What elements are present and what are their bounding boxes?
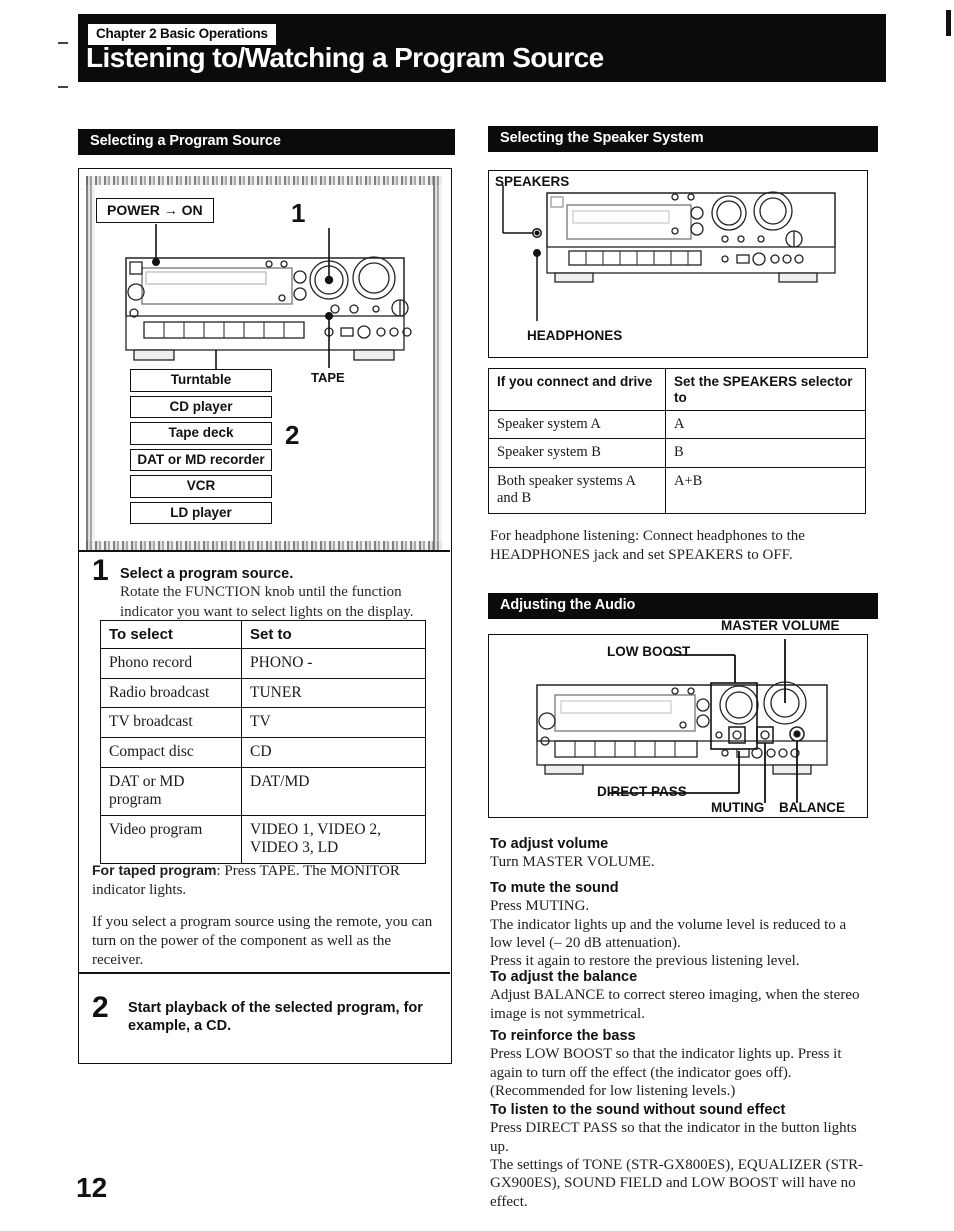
step-1-body: Rotate the FUNCTION knob until the funct… — [120, 584, 414, 620]
column-header-selector: Set the SPEAKERS selector to — [665, 367, 866, 412]
cell-to-select: Radio broadcast — [100, 677, 242, 709]
instruction-heading: To mute the sound — [490, 880, 619, 896]
figure-label-master-volume: MASTER VOLUME — [721, 618, 840, 633]
manual-page: Chapter 2 Basic Operations Listening to/… — [0, 0, 954, 1231]
device-callout: Tape deck — [130, 422, 272, 445]
speaker-selector-table: If you connect and drive Set the SPEAKER… — [488, 367, 866, 514]
cell-set-to: TV — [241, 707, 426, 739]
cell-to-select: Video program — [100, 814, 242, 865]
scan-edge-mark — [946, 10, 951, 36]
instruction-line: Press LOW BOOST so that the indicator li… — [490, 1046, 842, 1081]
table-row: Radio broadcast TUNER — [100, 677, 426, 709]
step-2-heading: Start playback of the selected program, … — [128, 1000, 423, 1035]
cell-connect: Speaker system B — [488, 438, 666, 468]
instruction-line: (Recommended for low listening levels.) — [490, 1082, 736, 1099]
crop-mark — [58, 86, 68, 88]
table-row: Speaker system A A — [488, 410, 866, 440]
instruction-line: Turn MASTER VOLUME. — [490, 854, 655, 871]
column-header-to-select: To select — [100, 619, 242, 650]
instruction-line: Press it again to restore the previous l… — [490, 953, 800, 970]
table-row: DAT or MD program DAT/MD — [100, 766, 426, 816]
instruction-adjust-balance: To adjust the balance Adjust BALANCE to … — [490, 969, 868, 1023]
page-title: Listening to/Watching a Program Source — [86, 42, 604, 73]
page-number: 12 — [76, 1172, 108, 1203]
figure-label-direct-pass: DIRECT PASS — [597, 784, 687, 799]
adjusting-audio-figure: LOW BOOST MASTER VOLUME DIRECT PASS MUTI… — [488, 619, 868, 818]
step-1-heading: Select a program source. — [120, 566, 294, 582]
device-callout-list: Turntable CD player Tape deck DAT or MD … — [130, 369, 272, 528]
cell-set-to: VIDEO 1, VIDEO 2, VIDEO 3, LD — [241, 814, 426, 865]
figure-label-muting: MUTING — [711, 800, 765, 815]
program-source-table: To select Set to Phono record PHONO - Ra… — [100, 619, 426, 865]
callout-power-on: POWER → ON — [96, 198, 214, 223]
table-header-row: If you connect and drive Set the SPEAKER… — [488, 367, 866, 412]
device-callout: LD player — [130, 501, 272, 524]
cell-to-select: Phono record — [100, 648, 242, 679]
device-callout: VCR — [130, 475, 272, 498]
cell-set-to: TUNER — [241, 677, 426, 709]
divider — [78, 550, 450, 552]
section-heading-speaker-system: Selecting the Speaker System — [488, 126, 878, 153]
section-heading-adjusting-audio: Adjusting the Audio — [488, 593, 878, 620]
note-taped-program: For taped program: Press TAPE. The MONIT… — [92, 862, 442, 900]
table-row: Speaker system B B — [488, 438, 866, 468]
cell-set-to: DAT/MD — [241, 766, 426, 816]
figure-label-tape: TAPE — [311, 370, 345, 385]
figure-label-balance: BALANCE — [779, 800, 845, 815]
instruction-heading: To listen to the sound without sound eff… — [490, 1102, 786, 1118]
divider — [78, 972, 450, 974]
instruction-line: The indicator lights up and the volume l… — [490, 916, 847, 951]
figure-label-headphones: HEADPHONES — [527, 328, 623, 343]
cell-to-select: DAT or MD program — [100, 766, 242, 816]
figure-marker-1: 1 — [291, 198, 306, 228]
step-2-number: 2 — [92, 991, 109, 1024]
note-taped-label: For taped program — [92, 862, 217, 878]
figure-label-low-boost: LOW BOOST — [607, 644, 691, 659]
instruction-direct-pass: To listen to the sound without sound eff… — [490, 1102, 868, 1211]
crop-mark — [58, 42, 68, 44]
table-row: Compact disc CD — [100, 737, 426, 768]
instruction-heading: To adjust the balance — [490, 969, 638, 985]
cell-to-select: TV broadcast — [100, 707, 242, 739]
instruction-line: Press DIRECT PASS so that the indicator … — [490, 1120, 857, 1155]
device-callout: CD player — [130, 395, 272, 418]
instruction-heading: To adjust volume — [490, 836, 609, 852]
cell-set-to: PHONO - — [241, 648, 426, 679]
cell-selector: A — [665, 410, 866, 440]
headphone-note: For headphone listening: Connect headpho… — [490, 528, 805, 564]
table-row: Video program VIDEO 1, VIDEO 2, VIDEO 3,… — [100, 814, 426, 865]
device-callout: Turntable — [130, 369, 272, 392]
speaker-system-figure: SPEAKERS HEADPHONES — [488, 170, 868, 358]
table-row: Both speaker systems A and B A+B — [488, 466, 866, 514]
table-row: Phono record PHONO - — [100, 648, 426, 679]
cell-connect: Speaker system A — [488, 410, 666, 440]
instruction-mute-sound: To mute the sound Press MUTING. The indi… — [490, 880, 868, 971]
instruction-line: The settings of TONE (STR-GX800ES), EQUA… — [490, 1156, 864, 1210]
section-heading-program-source: Selecting a Program Source — [78, 129, 455, 156]
figure-marker-2: 2 — [285, 420, 300, 450]
cell-selector: B — [665, 438, 866, 468]
cell-to-select: Compact disc — [100, 737, 242, 768]
cell-set-to: CD — [241, 737, 426, 768]
table-row: TV broadcast TV — [100, 707, 426, 739]
instruction-adjust-volume: To adjust volume Turn MASTER VOLUME. — [490, 836, 868, 872]
note-remote: If you select a program source using the… — [92, 914, 433, 969]
instruction-reinforce-bass: To reinforce the bass Press LOW BOOST so… — [490, 1028, 868, 1100]
column-header-set-to: Set to — [241, 619, 426, 650]
cell-connect: Both speaker systems A and B — [488, 466, 666, 514]
step-1-number: 1 — [92, 554, 109, 587]
instruction-heading: To reinforce the bass — [490, 1028, 636, 1044]
instruction-line: Adjust BALANCE to correct stereo imaging… — [490, 987, 860, 1022]
instruction-line: Press MUTING. — [490, 898, 590, 915]
cell-selector: A+B — [665, 466, 866, 514]
table-header-row: To select Set to — [100, 619, 426, 650]
column-header-connect-drive: If you connect and drive — [488, 367, 666, 412]
figure-label-speakers: SPEAKERS — [495, 174, 570, 189]
device-callout: DAT or MD recorder — [130, 448, 272, 471]
